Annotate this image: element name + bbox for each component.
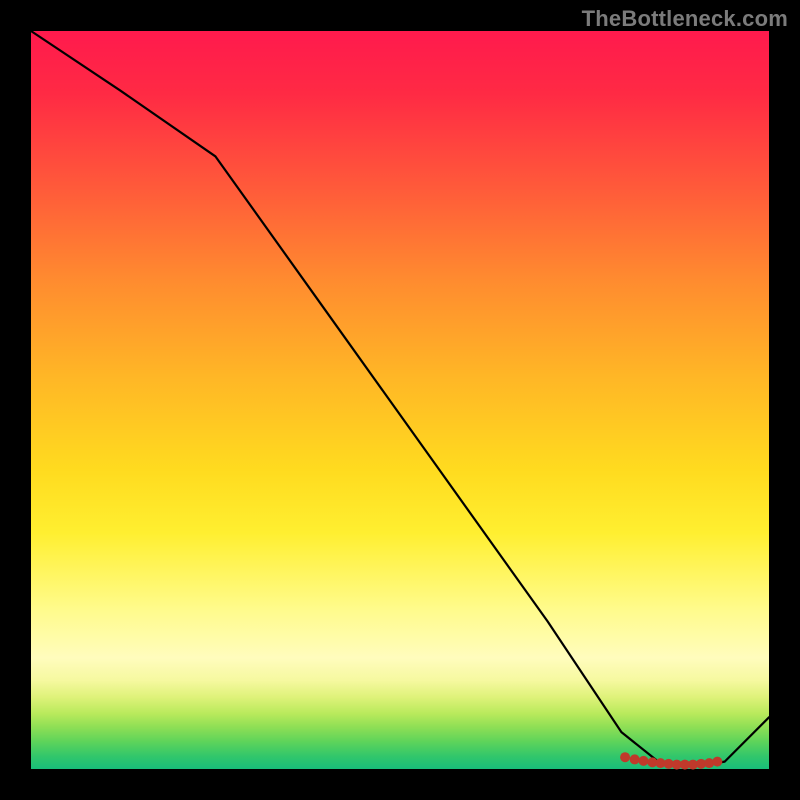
marker-cluster <box>620 752 722 769</box>
marker-dot <box>630 754 640 764</box>
attribution-text: TheBottleneck.com <box>582 6 788 32</box>
plot-area <box>31 31 769 769</box>
marker-dot <box>712 757 722 767</box>
chart-line <box>31 31 769 765</box>
chart-frame: TheBottleneck.com <box>0 0 800 800</box>
marker-dot <box>639 756 649 766</box>
chart-overlay <box>31 31 769 769</box>
marker-dot <box>620 752 630 762</box>
